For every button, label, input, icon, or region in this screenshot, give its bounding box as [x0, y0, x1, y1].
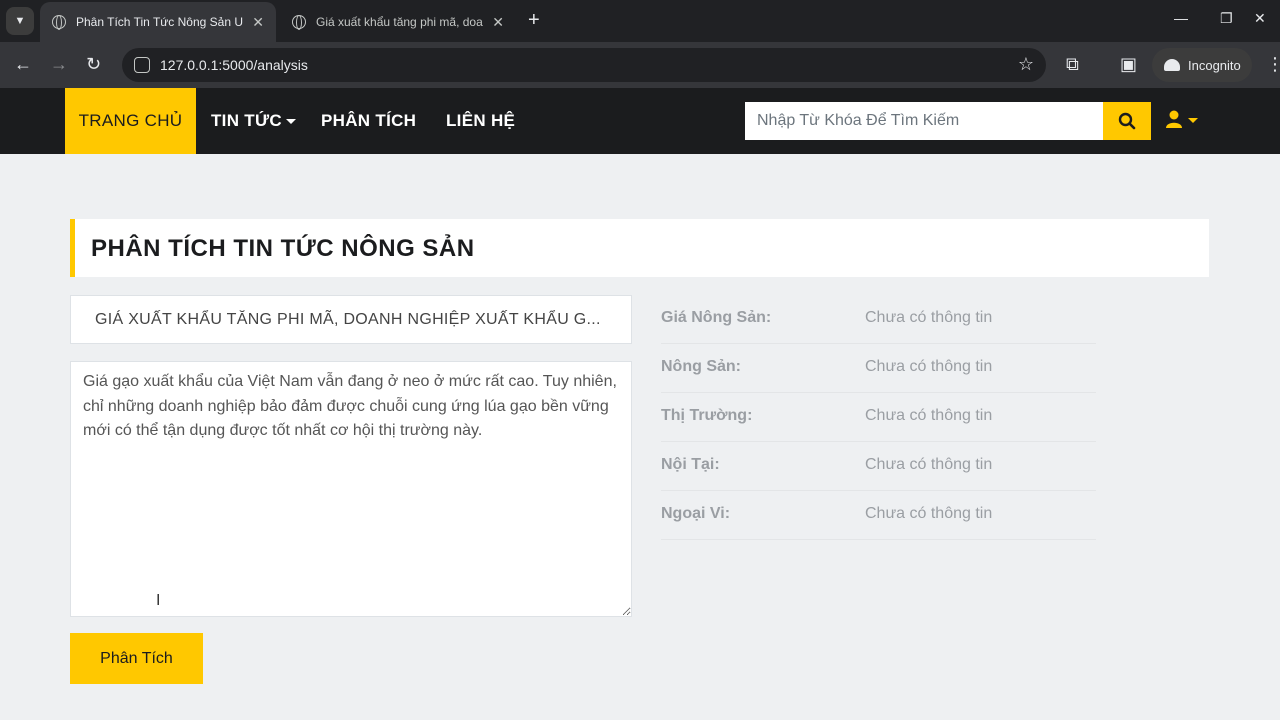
info-label: Thị Trường:: [661, 407, 753, 424]
incognito-badge[interactable]: Incognito: [1152, 48, 1252, 82]
nav-item-label: TIN TỨC: [211, 111, 282, 130]
address-bar[interactable]: 127.0.0.1:5000/analysis ☆: [122, 48, 1046, 82]
new-tab-icon[interactable]: +: [528, 10, 540, 30]
divider: [661, 539, 1096, 540]
back-icon[interactable]: ←: [14, 54, 32, 74]
nav-item-home[interactable]: TRANG CHỦ: [65, 88, 196, 154]
browser-tabstrip: ▼ Phân Tích Tin Tức Nông Sản U ✕ Giá xuấ…: [0, 0, 1280, 42]
info-label: Ngoại Vi:: [661, 505, 731, 522]
side-panel-icon[interactable]: ▣: [1120, 54, 1137, 74]
browser-menu-icon[interactable]: ⋮: [1266, 54, 1280, 74]
nav-item-news[interactable]: TIN TỨC: [211, 88, 296, 154]
info-row-internal: Nội Tại: Chưa có thông tin: [661, 442, 1096, 491]
info-label: Giá Nông Sản:: [661, 309, 772, 326]
user-icon: [1166, 110, 1198, 128]
nav-item-label: LIÊN HỆ: [446, 111, 516, 130]
tab-search-chevron-icon[interactable]: ▼: [6, 7, 34, 35]
info-row-market: Thị Trường: Chưa có thông tin: [661, 393, 1096, 442]
nav-item-label: PHÂN TÍCH: [321, 111, 417, 130]
browser-tab[interactable]: Giá xuất khẩu tăng phi mã, doa ✕: [280, 2, 516, 42]
bookmark-star-icon[interactable]: ☆: [1018, 54, 1034, 75]
globe-icon: [52, 15, 66, 30]
tab-title: Phân Tích Tin Tức Nông Sản U: [76, 15, 244, 29]
reload-icon[interactable]: ↻: [86, 54, 101, 74]
caret-down-icon: [285, 118, 296, 124]
tab-title: Giá xuất khẩu tăng phi mã, doa: [316, 15, 483, 29]
incognito-icon: [1164, 59, 1180, 71]
analyze-button[interactable]: Phân Tích: [70, 633, 203, 684]
search-icon: [1118, 112, 1136, 130]
info-value: Chưa có thông tin: [865, 358, 993, 375]
info-row-external: Ngoại Vi: Chưa có thông tin: [661, 491, 1096, 540]
search-input[interactable]: [745, 102, 1103, 140]
forward-icon[interactable]: →: [50, 54, 68, 74]
url-text: 127.0.0.1:5000/analysis: [160, 57, 308, 73]
info-label: Nội Tại:: [661, 456, 720, 473]
page-title: PHÂN TÍCH TIN TỨC NÔNG SẢN: [91, 235, 475, 262]
restore-icon[interactable]: ❐: [1220, 10, 1233, 27]
nav-item-label: TRANG CHỦ: [78, 111, 183, 130]
info-value: Chưa có thông tin: [865, 309, 993, 326]
page-title-box: PHÂN TÍCH TIN TỨC NÔNG SẢN: [70, 219, 1209, 277]
close-icon[interactable]: ✕: [252, 14, 264, 31]
text-cursor-icon: I: [156, 592, 161, 609]
close-icon[interactable]: ✕: [492, 14, 504, 31]
user-menu-button[interactable]: [1166, 110, 1200, 135]
extensions-icon[interactable]: ⧉: [1066, 54, 1079, 74]
info-row-product: Nông Sản: Chưa có thông tin: [661, 344, 1096, 393]
nav-item-analysis[interactable]: PHÂN TÍCH: [321, 88, 416, 154]
browser-toolbar: ← → ↻ 127.0.0.1:5000/analysis ☆ ⧉ ▣ Inco…: [0, 42, 1280, 88]
globe-icon: [292, 15, 306, 30]
minimize-icon[interactable]: —: [1174, 10, 1188, 26]
info-value: Chưa có thông tin: [865, 505, 993, 522]
info-row-price: Giá Nông Sản: Chưa có thông tin: [661, 295, 1096, 344]
browser-tab-active[interactable]: Phân Tích Tin Tức Nông Sản U ✕: [40, 2, 276, 42]
news-content-textarea[interactable]: Giá gạo xuất khẩu của Việt Nam vẫn đang …: [70, 361, 632, 617]
info-value: Chưa có thông tin: [865, 456, 993, 473]
incognito-label: Incognito: [1188, 57, 1241, 73]
search-button[interactable]: [1103, 102, 1151, 140]
site-navbar: TRANG CHỦ TIN TỨC PHÂN TÍCH LIÊN HỆ: [0, 88, 1280, 154]
nav-item-contact[interactable]: LIÊN HỆ: [446, 88, 515, 154]
site-info-icon[interactable]: [134, 57, 150, 73]
info-label: Nông Sản:: [661, 358, 741, 375]
window-close-icon[interactable]: ✕: [1254, 10, 1266, 27]
news-title-field[interactable]: GIÁ XUẤT KHẨU TĂNG PHI MÃ, DOANH NGHIỆP …: [70, 295, 632, 344]
info-value: Chưa có thông tin: [865, 407, 993, 424]
